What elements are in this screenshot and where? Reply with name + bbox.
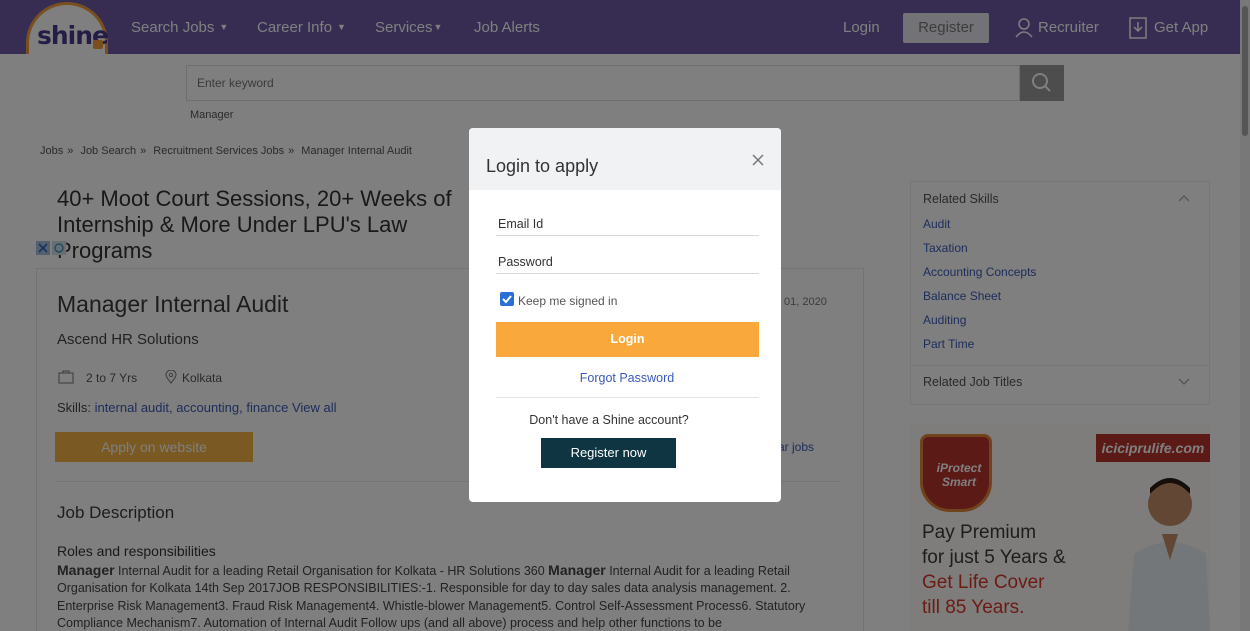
keep-signed-in-checkbox[interactable] [500,292,514,306]
modal-header: Login to apply [469,128,781,190]
password-underline [496,273,759,274]
modal-title: Login to apply [486,156,599,176]
login-button[interactable]: Login [496,322,759,357]
no-account-text: Don't have a Shine account? [529,413,689,427]
email-field[interactable] [496,211,759,235]
login-modal: Login to apply Email Id Password Keep me… [469,128,781,502]
modal-separator [496,397,759,398]
password-field[interactable] [496,249,759,273]
close-icon[interactable] [751,153,765,167]
keep-signed-in-label[interactable]: Keep me signed in [518,294,617,308]
register-now-button[interactable]: Register now [541,438,676,468]
checkmark-icon [502,295,512,304]
email-underline [496,235,759,236]
forgot-password-link[interactable]: Forgot Password [469,371,781,385]
